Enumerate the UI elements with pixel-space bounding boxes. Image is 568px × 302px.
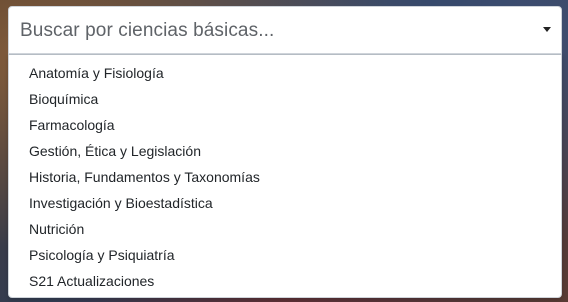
option-anatomia-fisiologia[interactable]: Anatomía y Fisiología — [9, 60, 561, 86]
basic-sciences-select[interactable]: Buscar por ciencias básicas... Anatomía … — [8, 6, 562, 298]
option-historia-fundamentos-taxonomias[interactable]: Historia, Fundamentos y Taxonomías — [9, 164, 561, 190]
option-bioquimica[interactable]: Bioquímica — [9, 86, 561, 112]
select-trigger[interactable]: Buscar por ciencias básicas... — [8, 6, 562, 54]
option-psicologia-psiquiatria[interactable]: Psicología y Psiquiatría — [9, 242, 561, 268]
select-placeholder: Buscar por ciencias básicas... — [20, 20, 275, 41]
option-gestion-etica-legislacion[interactable]: Gestión, Ética y Legislación — [9, 138, 561, 164]
option-farmacologia[interactable]: Farmacología — [9, 112, 561, 138]
caret-down-icon[interactable] — [543, 27, 551, 32]
option-nutricion[interactable]: Nutrición — [9, 216, 561, 242]
option-investigacion-bioestadistica[interactable]: Investigación y Bioestadística — [9, 190, 561, 216]
option-s21-actualizaciones[interactable]: S21 Actualizaciones — [9, 268, 561, 294]
dropdown-list: Anatomía y Fisiología Bioquímica Farmaco… — [8, 54, 562, 298]
